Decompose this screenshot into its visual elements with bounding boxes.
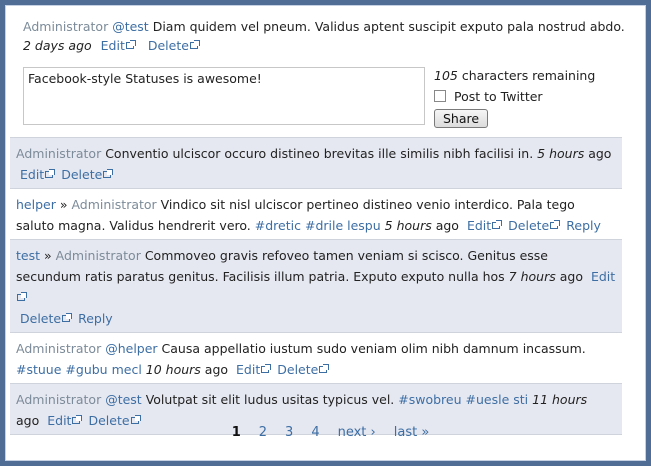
- external-link-icon: [319, 364, 330, 373]
- external-link-icon: [72, 415, 83, 424]
- status-ago: ago: [584, 146, 612, 161]
- status-recipient[interactable]: Administrator: [56, 248, 141, 263]
- window-frame: Administrator @test Diam quidem vel pneu…: [0, 0, 651, 466]
- status-author[interactable]: helper: [16, 197, 56, 212]
- external-link-icon: [550, 220, 561, 229]
- status-recipient[interactable]: Administrator: [71, 197, 156, 212]
- status-author[interactable]: test: [16, 248, 40, 263]
- delete-label[interactable]: Delete: [20, 311, 61, 326]
- post-to-twitter-checkbox[interactable]: [434, 90, 446, 102]
- status-list: Administrator Conventio ulciscor occuro …: [10, 137, 622, 435]
- status-time: 7 hours: [508, 269, 556, 284]
- pager: 1 2 3 4 next › last »: [5, 425, 651, 440]
- external-link-icon: [103, 169, 114, 178]
- top-status: Administrator @test Diam quidem vel pneu…: [23, 17, 638, 37]
- top-status-mention[interactable]: @test: [112, 19, 149, 34]
- external-link-icon: [125, 40, 136, 49]
- status-mention[interactable]: @test: [105, 392, 142, 407]
- external-link-icon: [261, 364, 272, 373]
- share-button[interactable]: Share: [434, 109, 489, 128]
- delete-label[interactable]: Delete: [148, 38, 189, 53]
- post-to-twitter-label[interactable]: Post to Twitter: [454, 89, 543, 104]
- hashtag-link[interactable]: #swobreu: [398, 392, 461, 407]
- external-link-icon: [17, 292, 27, 301]
- status-item: helper » Administrator Vindico sit nisl …: [10, 189, 622, 240]
- status-reply-link[interactable]: Reply: [566, 218, 601, 233]
- remaining-text: characters remaining: [457, 68, 596, 83]
- external-link-icon: [45, 169, 56, 178]
- status-item: Administrator Conventio ulciscor occuro …: [10, 138, 622, 189]
- top-status-delete-link[interactable]: Delete: [148, 38, 200, 53]
- status-time: 5 hours: [537, 146, 585, 161]
- status-composer: 105 characters remaining Post to Twitter…: [18, 55, 638, 137]
- status-text: Causa appellatio iustum sudo veniam olim…: [157, 341, 586, 356]
- external-link-icon: [62, 313, 73, 322]
- edit-label[interactable]: Edit: [591, 269, 615, 284]
- external-link-icon: [189, 40, 200, 49]
- delete-label[interactable]: Delete: [508, 218, 549, 233]
- status-text: Conventio ulciscor occuro distineo brevi…: [101, 146, 538, 161]
- status-time: 5 hours: [384, 218, 432, 233]
- status-author[interactable]: Administrator: [16, 341, 101, 356]
- top-status-time: 2 days ago: [23, 38, 92, 53]
- pager-next-link[interactable]: next ›: [338, 425, 376, 440]
- status-ago: ago: [200, 362, 229, 377]
- pager-page-link[interactable]: 3: [285, 425, 293, 440]
- status-edit-link[interactable]: Edit: [467, 218, 503, 233]
- status-arrow: »: [40, 248, 56, 263]
- hashtag-link[interactable]: #dretic: [255, 218, 301, 233]
- status-delete-link[interactable]: Delete: [508, 218, 561, 233]
- status-item: Administrator @helper Causa appellatio i…: [10, 333, 622, 384]
- edit-label[interactable]: Edit: [101, 38, 125, 53]
- status-input[interactable]: [23, 67, 425, 125]
- status-ago: ago: [431, 218, 459, 233]
- pager-page-link[interactable]: 2: [259, 425, 267, 440]
- edit-label[interactable]: Edit: [236, 362, 260, 377]
- delete-label[interactable]: Delete: [61, 167, 102, 182]
- hashtag-link[interactable]: #gubu mecl: [65, 362, 141, 377]
- top-status-meta: 2 days ago Edit Delete: [23, 37, 638, 55]
- edit-label[interactable]: Edit: [20, 167, 44, 182]
- characters-remaining: 105 characters remaining: [434, 67, 634, 85]
- status-reply-link[interactable]: Reply: [78, 311, 113, 326]
- edit-label[interactable]: Edit: [467, 218, 491, 233]
- top-status-edit-link[interactable]: Edit: [101, 38, 136, 53]
- status-arrow: »: [55, 197, 72, 212]
- top-status-text: Diam quidem vel pneum. Validus aptent su…: [148, 19, 625, 34]
- pager-current-page: 1: [231, 425, 241, 440]
- top-status-author[interactable]: Administrator: [23, 19, 108, 34]
- status-ago: ago: [555, 269, 583, 284]
- composer-side: 105 characters remaining Post to Twitter…: [434, 67, 634, 128]
- delete-label[interactable]: Delete: [277, 362, 318, 377]
- status-mention[interactable]: @helper: [105, 341, 157, 356]
- hashtag-link[interactable]: #uesle sti: [466, 392, 529, 407]
- status-item: test » Administrator Commoveo gravis ref…: [10, 240, 622, 333]
- external-link-icon: [130, 415, 141, 424]
- hashtag-link[interactable]: #stuue: [16, 362, 61, 377]
- post-to-twitter-row[interactable]: Post to Twitter: [434, 87, 634, 105]
- hashtag-link[interactable]: #drile lespu: [305, 218, 381, 233]
- status-author[interactable]: Administrator: [16, 392, 101, 407]
- remaining-count: 105: [434, 68, 458, 83]
- pager-page-link[interactable]: 4: [311, 425, 319, 440]
- status-time: 11 hours: [532, 392, 588, 407]
- content: Administrator @test Diam quidem vel pneu…: [18, 17, 638, 137]
- status-edit-link[interactable]: Edit: [236, 362, 272, 377]
- status-delete-link[interactable]: Delete: [20, 311, 73, 326]
- pager-last-link[interactable]: last »: [394, 425, 430, 440]
- status-time: 10 hours: [145, 362, 201, 377]
- status-delete-link[interactable]: Delete: [277, 362, 330, 377]
- status-author[interactable]: Administrator: [16, 146, 101, 161]
- status-edit-link[interactable]: Edit: [20, 167, 56, 182]
- status-text: Volutpat sit elit ludus usitas typicus v…: [141, 392, 399, 407]
- external-link-icon: [492, 220, 503, 229]
- status-delete-link[interactable]: Delete: [61, 167, 114, 182]
